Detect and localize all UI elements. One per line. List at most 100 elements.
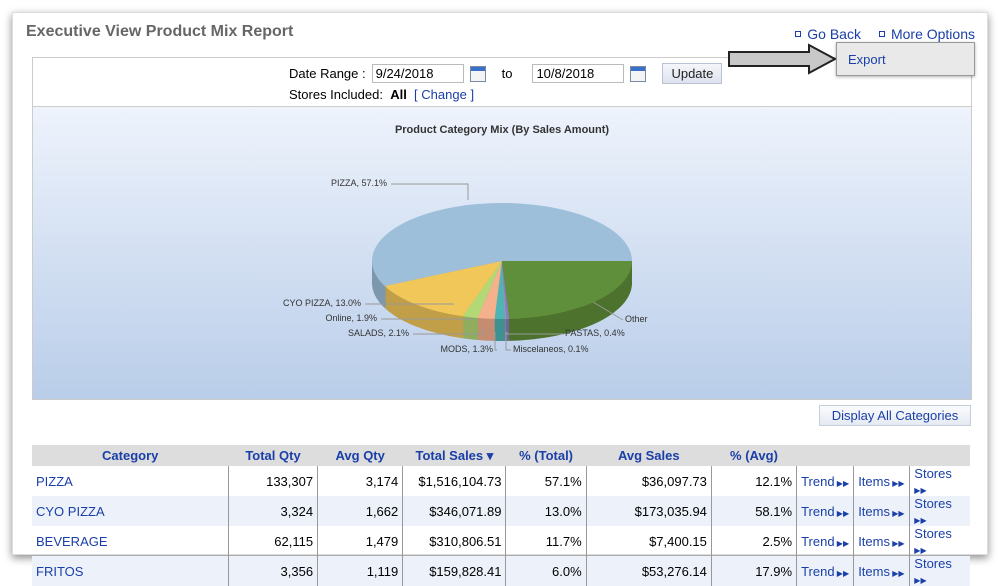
column-header[interactable]: Avg Qty <box>317 445 403 466</box>
double-arrow-icon: ▶▶ <box>914 546 927 555</box>
cell: $36,097.73 <box>585 466 712 496</box>
category-link[interactable]: PIZZA <box>32 466 228 496</box>
cell: 62,115 <box>227 526 318 556</box>
cell: 2.5% <box>710 526 797 556</box>
category-link[interactable]: BEVERAGE <box>32 526 228 556</box>
cell: 1,119 <box>317 556 403 586</box>
items-link[interactable]: Items ▶▶ <box>853 466 910 496</box>
slice-label: Miscelaneos, 0.1% <box>513 344 589 354</box>
items-link[interactable]: Items ▶▶ <box>853 496 910 526</box>
slice-label: PASTAS, 0.4% <box>565 328 625 338</box>
double-arrow-icon: ▶▶ <box>889 538 905 548</box>
to-label: to <box>501 66 513 81</box>
category-link[interactable]: CYO PIZZA <box>32 496 229 526</box>
end-date-input[interactable] <box>532 64 625 83</box>
double-arrow-icon: ▶▶ <box>889 508 905 518</box>
bullet-icon <box>795 31 802 37</box>
slice-label: SALADS, 2.1% <box>347 328 409 338</box>
cell: $346,071.89 <box>402 496 506 526</box>
stores-link[interactable]: Stores ▶▶ <box>909 466 970 496</box>
cell: 3,356 <box>227 556 318 586</box>
table-row: BEVERAGE 62,115 1,479 $310,806.51 11.7% $7,40… <box>32 526 970 556</box>
double-arrow-icon: ▶▶ <box>834 508 850 518</box>
double-arrow-icon: ▶▶ <box>914 486 927 495</box>
stores-label: Stores <box>914 526 952 541</box>
slice-label: Online, 1.9% <box>325 313 377 323</box>
cell: 1,479 <box>317 526 403 556</box>
trend-label: Trend <box>801 563 835 579</box>
more-options-link[interactable]: More Options <box>878 26 975 42</box>
column-header[interactable]: Category <box>32 445 229 466</box>
stores-label: Stores <box>914 496 952 511</box>
double-arrow-icon: ▶▶ <box>889 478 905 488</box>
items-label: Items <box>858 473 890 489</box>
cell: 3,324 <box>227 496 318 526</box>
trend-link[interactable]: Trend ▶▶ <box>796 526 854 556</box>
double-arrow-icon: ▶▶ <box>834 478 850 488</box>
page-title: Executive View Product Mix Report <box>26 23 294 40</box>
pointer-arrow-icon <box>728 43 838 75</box>
trend-link[interactable]: Trend ▶▶ <box>796 466 854 496</box>
double-arrow-icon: ▶▶ <box>834 568 850 578</box>
column-header-empty <box>853 445 910 466</box>
slice-label: MODS, 1.3% <box>440 344 493 354</box>
bullet-icon <box>878 31 885 37</box>
double-arrow-icon: ▶▶ <box>914 516 927 525</box>
leader-line <box>391 183 469 200</box>
items-link[interactable]: Items ▶▶ <box>853 556 910 586</box>
slice-label: PIZZA, 57.1% <box>330 178 387 188</box>
cell: $159,828.41 <box>402 556 506 586</box>
trend-link[interactable]: Trend ▶▶ <box>796 556 854 586</box>
column-header[interactable]: % (Total) <box>505 445 587 466</box>
column-header[interactable]: % (Avg) <box>711 445 797 466</box>
stores-label: Stores <box>914 556 952 571</box>
items-label: Items <box>858 563 890 579</box>
category-table: Category Total Qty Avg Qty Total Sales ▾% (… <box>32 445 970 586</box>
cell: 11.7% <box>505 526 587 556</box>
calendar-icon[interactable] <box>469 65 486 82</box>
items-label: Items <box>858 503 890 519</box>
display-all-categories-button[interactable]: Display All Categories <box>819 405 971 426</box>
column-header[interactable]: Total Sales ▾ <box>402 445 506 466</box>
double-arrow-icon: ▶▶ <box>889 568 905 578</box>
stores-label: Stores Included: <box>289 87 383 102</box>
cell: 1,662 <box>317 496 403 526</box>
cell: 57.1% <box>505 466 587 496</box>
date-range-label: Date Range : <box>289 66 366 81</box>
trend-label: Trend <box>801 533 835 549</box>
chart-area: Product Category Mix (By Sales Amount) P… <box>32 106 972 400</box>
slice-label: CYO PIZZA, 13.0% <box>282 298 361 308</box>
start-date-input[interactable] <box>371 64 464 83</box>
cell: $53,276.14 <box>585 556 712 586</box>
stores-link[interactable]: Stores ▶▶ <box>909 526 970 556</box>
trend-link[interactable]: Trend ▶▶ <box>796 496 854 526</box>
column-header-empty <box>909 445 970 466</box>
table-row: CYO PIZZA 3,324 1,662 $346,071.89 13.0% $173,… <box>32 496 970 526</box>
cell: $173,035.94 <box>585 496 712 526</box>
cell: $310,806.51 <box>402 526 506 556</box>
stores-link[interactable]: Stores ▶▶ <box>909 496 970 526</box>
items-label: Items <box>858 533 890 549</box>
category-link[interactable]: FRITOS <box>32 556 229 586</box>
cell: 12.1% <box>710 466 797 496</box>
table-row: FRITOS 3,356 1,119 $159,828.41 6.0% $53,276.1… <box>32 556 970 586</box>
stores-label: Stores <box>914 466 952 481</box>
table-row: PIZZA 133,307 3,174 $1,516,104.73 57.1% $36,0… <box>32 466 970 496</box>
items-link[interactable]: Items ▶▶ <box>853 526 910 556</box>
cell: 3,174 <box>317 466 403 496</box>
go-back-label: Go Back <box>807 26 861 42</box>
bracket: ] <box>470 87 475 102</box>
column-header[interactable]: Avg Sales <box>586 445 712 466</box>
cell: $7,400.15 <box>585 526 712 556</box>
calendar-icon[interactable] <box>630 65 647 82</box>
column-header-empty <box>796 445 854 466</box>
cell: 17.9% <box>710 556 797 586</box>
change-stores-link[interactable]: Change <box>421 87 467 102</box>
column-header[interactable]: Total Qty <box>228 445 318 466</box>
stores-link[interactable]: Stores ▶▶ <box>909 556 970 586</box>
update-button[interactable]: Update <box>662 63 723 84</box>
double-arrow-icon: ▶▶ <box>834 538 850 548</box>
export-menu-item[interactable]: Export <box>848 52 886 67</box>
go-back-link[interactable]: Go Back <box>795 26 861 42</box>
cell: 58.1% <box>710 496 797 526</box>
